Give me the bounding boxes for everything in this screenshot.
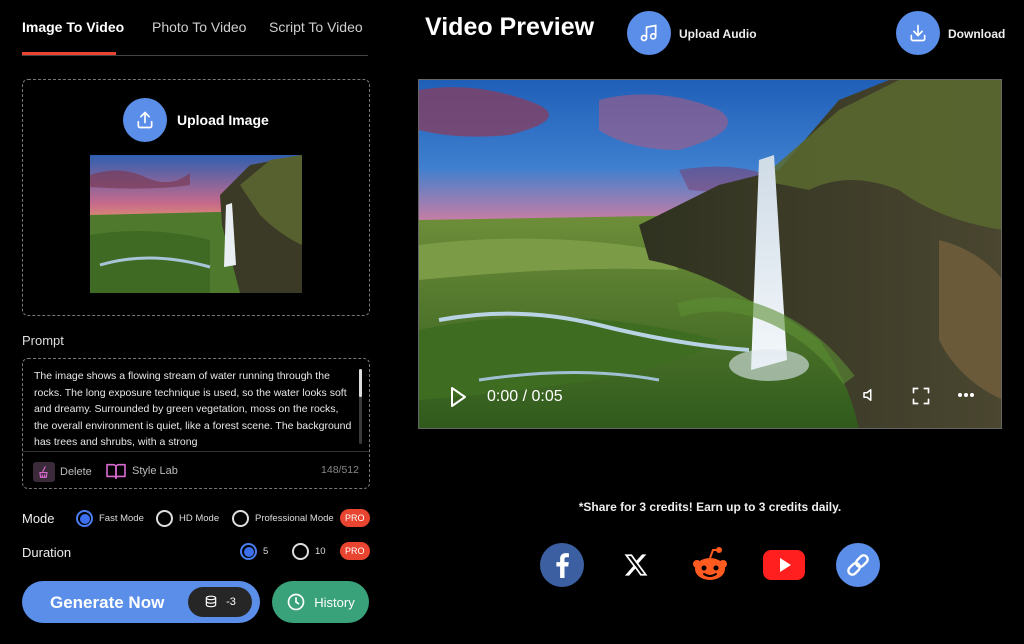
mode-fast-radio[interactable]: Fast Mode xyxy=(76,510,144,527)
fullscreen-icon[interactable] xyxy=(911,386,931,406)
mode-label: Mode xyxy=(22,511,55,526)
tab-image-to-video[interactable]: Image To Video xyxy=(22,19,124,35)
duration-5-label: 5 xyxy=(263,546,269,557)
duration-label: Duration xyxy=(22,545,72,560)
prompt-box: The image shows a flowing stream of wate… xyxy=(22,358,370,489)
char-count: 148/512 xyxy=(321,464,359,476)
delete-label: Delete xyxy=(60,466,92,478)
pro-badge: PRO xyxy=(340,542,370,560)
delete-button[interactable]: Delete xyxy=(33,462,92,482)
clock-icon xyxy=(287,593,305,611)
upload-audio-button[interactable] xyxy=(627,11,671,55)
upload-image-area[interactable]: Upload Image xyxy=(22,79,370,316)
upload-audio-label[interactable]: Upload Audio xyxy=(679,27,757,41)
pro-badge: PRO xyxy=(340,509,370,527)
radio-selected-icon xyxy=(76,510,93,527)
history-button[interactable]: History xyxy=(272,581,369,623)
uploaded-image-thumbnail xyxy=(90,155,302,293)
facebook-share-button[interactable] xyxy=(540,543,584,587)
upload-button[interactable] xyxy=(123,98,167,142)
duration-5-radio[interactable]: 5 xyxy=(240,543,268,560)
style-lab-button[interactable]: Style Lab xyxy=(105,462,178,480)
credit-cost-badge: -3 xyxy=(188,587,252,617)
music-note-icon xyxy=(640,24,657,42)
video-time: 0:00 / 0:05 xyxy=(487,388,563,405)
prompt-textarea[interactable]: The image shows a flowing stream of wate… xyxy=(34,368,352,448)
radio-selected-icon xyxy=(240,543,257,560)
youtube-share-button[interactable] xyxy=(762,543,806,587)
prompt-toolbar: Delete Style Lab 148/512 xyxy=(23,452,369,489)
mode-professional-label: Professional Mode xyxy=(255,513,334,524)
upload-image-label: Upload Image xyxy=(177,112,269,128)
play-icon[interactable] xyxy=(449,386,467,408)
history-label: History xyxy=(314,594,355,610)
active-tab-indicator xyxy=(22,52,116,55)
duration-10-radio[interactable]: 10 xyxy=(292,543,326,560)
download-label[interactable]: Download xyxy=(948,27,1005,41)
download-button[interactable] xyxy=(896,11,940,55)
book-icon xyxy=(106,463,126,480)
mode-hd-label: HD Mode xyxy=(179,513,220,524)
tab-script-to-video[interactable]: Script To Video xyxy=(269,19,363,35)
broom-icon xyxy=(33,462,55,482)
duration-10-label: 10 xyxy=(315,546,326,557)
video-player[interactable]: 0:00 / 0:05 xyxy=(418,79,1002,429)
mode-hd-radio[interactable]: HD Mode xyxy=(156,510,219,527)
tab-photo-to-video[interactable]: Photo To Video xyxy=(152,19,246,35)
link-icon xyxy=(836,543,880,587)
video-controls: 0:00 / 0:05 xyxy=(419,372,1001,428)
mode-professional-radio[interactable]: Professional Mode xyxy=(232,510,334,527)
copy-link-button[interactable] xyxy=(836,543,880,587)
coins-icon xyxy=(205,595,217,608)
video-preview-title: Video Preview xyxy=(425,13,595,41)
upload-icon xyxy=(137,111,153,129)
volume-icon[interactable] xyxy=(861,386,879,404)
x-icon xyxy=(624,554,648,576)
youtube-icon xyxy=(763,550,805,580)
share-promo-text: *Share for 3 credits! Earn up to 3 credi… xyxy=(578,500,842,514)
reddit-share-button[interactable] xyxy=(688,543,732,587)
tab-bar: Image To Video Photo To Video Script To … xyxy=(22,0,368,56)
radio-unselected-icon xyxy=(156,510,173,527)
mode-fast-label: Fast Mode xyxy=(99,513,144,524)
prompt-scrollbar-thumb[interactable] xyxy=(359,369,362,397)
reddit-icon xyxy=(693,547,727,580)
generate-now-button[interactable]: Generate Now -3 xyxy=(22,581,260,623)
prompt-title: Prompt xyxy=(22,333,64,348)
style-lab-label: Style Lab xyxy=(132,465,178,477)
radio-unselected-icon xyxy=(232,510,249,527)
facebook-icon xyxy=(540,543,584,587)
prompt-scrollbar[interactable] xyxy=(359,369,362,444)
download-icon xyxy=(910,24,926,42)
radio-unselected-icon xyxy=(292,543,309,560)
generate-now-label: Generate Now xyxy=(50,593,165,612)
credit-cost: -3 xyxy=(226,596,236,608)
x-share-button[interactable] xyxy=(614,543,658,587)
more-options-icon[interactable] xyxy=(957,392,975,398)
